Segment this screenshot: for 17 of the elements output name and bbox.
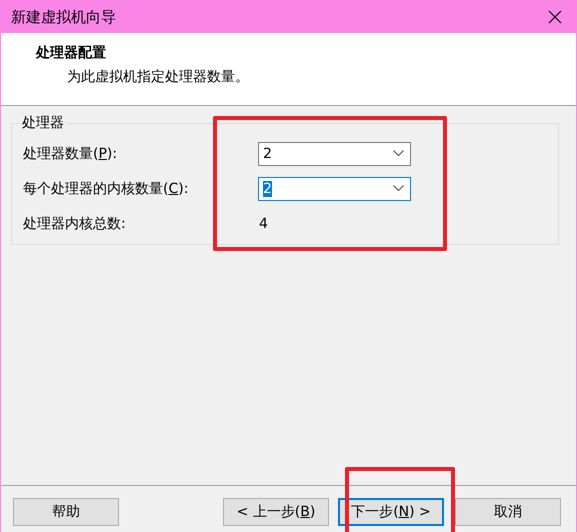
caret-icon [393, 150, 404, 157]
group-title: 处理器 [19, 114, 67, 132]
dropdown[interactable]: 2 [258, 176, 411, 200]
dialog-button[interactable]: < 上一步(B) [223, 498, 329, 526]
dropdown[interactable]: 2 [258, 142, 411, 166]
field-label: 处理器内核总数: [23, 214, 127, 232]
close-icon[interactable] [548, 10, 562, 24]
field-label: 处理器数量(P): [23, 144, 118, 162]
dialog-button[interactable]: 帮助 [13, 498, 119, 526]
caret-icon [393, 185, 404, 192]
page-title: 处理器配置 [36, 44, 107, 62]
page-subtitle: 为此虚拟机指定处理器数量。 [67, 68, 250, 86]
core-total: 4 [259, 216, 268, 232]
window-title: 新建虚拟机向导 [11, 8, 116, 26]
dialog-button[interactable]: 取消 [455, 498, 561, 526]
dialog-button[interactable]: 下一步(N) > [338, 498, 444, 526]
field-label: 每个处理器的内核数量(C): [23, 180, 190, 198]
